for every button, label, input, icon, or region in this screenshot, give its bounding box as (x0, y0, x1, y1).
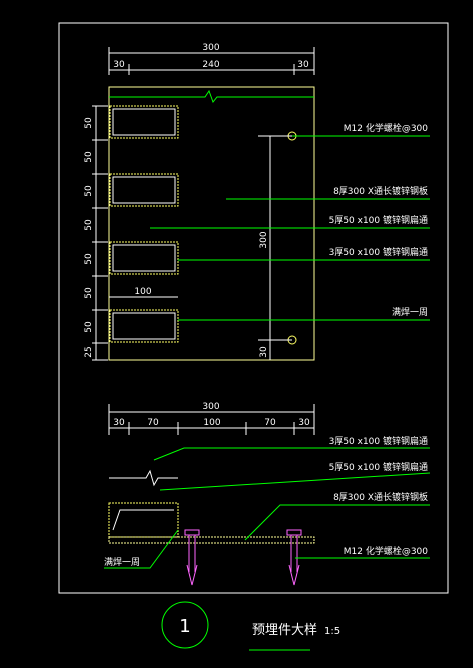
leader-lower-tube-5 (159, 472, 431, 491)
dim-left-3: 50 (84, 185, 94, 197)
dim-right-bottom: 30 (259, 346, 269, 358)
dim-inner: 100 (134, 287, 151, 297)
tube-3 (109, 241, 179, 275)
detail-scale: 1:5 (324, 626, 340, 637)
dim-right-total: 300 (259, 231, 269, 248)
note-plate: 8厚300 X通长镀锌钢板 (333, 185, 428, 197)
break-line-lower (109, 469, 178, 487)
dim-left-7: 25 (84, 346, 94, 357)
dim-lower-3: 100 (203, 418, 220, 428)
dim-right: 30 (297, 60, 309, 70)
detail-title: 预埋件大样 (252, 623, 317, 638)
anchor-left (184, 529, 200, 586)
lower-view: 300 30 70 100 70 30 3厚50 x100 镀锌钢扁通 5厚50… (104, 402, 431, 586)
note-bolt: M12 化学螺栓@300 (344, 122, 429, 134)
note-lower-weld: 满焊一周 (104, 556, 140, 568)
upper-view: 300 30 240 30 50 50 50 50 50 50 50 25 10… (84, 43, 430, 361)
leader-lower-plate (244, 504, 430, 541)
steel-plate-elevation (108, 86, 315, 361)
steel-plate-section (108, 536, 315, 544)
note-lower-tube-5: 5厚50 x100 镀锌钢扁通 (329, 461, 428, 473)
dim-left: 30 (113, 60, 125, 70)
tube-1 (109, 105, 179, 139)
note-lower-plate: 8厚300 X通长镀锌钢板 (333, 491, 428, 503)
dim-left-1: 50 (84, 117, 94, 129)
drawing-canvas: 300 30 240 30 50 50 50 50 50 50 50 25 10… (58, 22, 449, 651)
dim-left-5: 50 (84, 253, 94, 265)
dim-left-6: 50 (84, 287, 94, 299)
dim-lower-1: 30 (113, 418, 125, 428)
note-lower-bolt: M12 化学螺栓@300 (344, 545, 429, 557)
note-weld: 满焊一周 (392, 306, 428, 318)
note-lower-tube-3: 3厚50 x100 镀锌钢扁通 (329, 435, 428, 447)
dim-mid: 240 (202, 60, 219, 70)
note-tube-5: 5厚50 x100 镀锌钢扁通 (329, 214, 428, 226)
detail-number: 1 (179, 616, 190, 637)
tube-2 (109, 173, 179, 207)
tube-4 (109, 309, 179, 343)
dim-lower-5: 30 (298, 418, 310, 428)
title-block: 1 预埋件大样 1:5 (161, 601, 340, 651)
dim-lower-2: 70 (147, 418, 159, 428)
dim-left-4: 50 (84, 219, 94, 231)
dim-left-6b: 50 (84, 321, 94, 333)
break-line (109, 89, 314, 104)
tube-section (108, 502, 179, 538)
dim-left-2: 50 (84, 151, 94, 163)
dim-total-width: 300 (202, 43, 219, 53)
dim-lower-4: 70 (264, 418, 276, 428)
leader-lower-tube-3 (153, 447, 430, 461)
dim-lower-total: 300 (202, 402, 219, 412)
note-tube-3: 3厚50 x100 镀锌钢扁通 (329, 246, 428, 258)
